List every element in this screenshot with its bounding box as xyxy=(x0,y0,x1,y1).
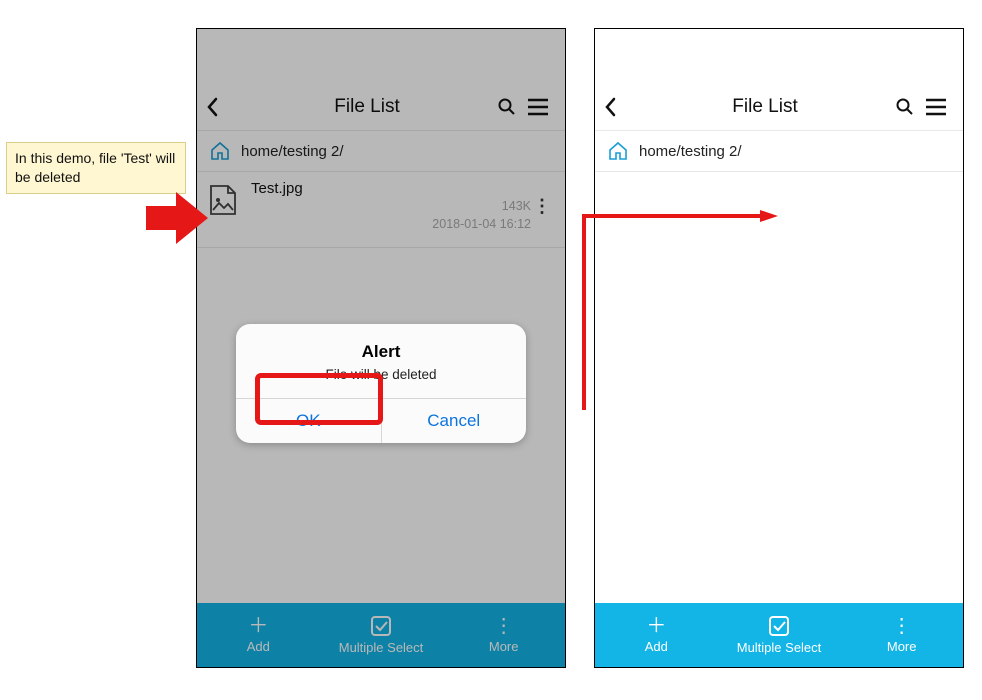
more-label: More xyxy=(887,639,917,654)
breadcrumb[interactable]: home/testing 2/ xyxy=(197,130,565,172)
more-label: More xyxy=(489,639,519,654)
file-image-icon xyxy=(209,180,243,233)
breadcrumb[interactable]: home/testing 2/ xyxy=(595,130,963,172)
breadcrumb-path: home/testing 2/ xyxy=(241,143,344,160)
plus-icon: ＋ xyxy=(646,616,666,636)
page-title: File List xyxy=(635,96,895,118)
add-label: Add xyxy=(645,639,668,654)
more-button[interactable]: ⋮ More xyxy=(442,603,565,667)
search-icon[interactable] xyxy=(497,97,527,117)
add-label: Add xyxy=(247,639,270,654)
back-button[interactable] xyxy=(205,97,237,117)
pointer-arrow-icon xyxy=(146,192,208,244)
dots-icon: ⋮ xyxy=(892,616,912,636)
page-title: File List xyxy=(237,96,497,118)
bottom-toolbar: ＋ Add Multiple Select ⋮ More xyxy=(197,603,565,667)
flow-arrow-icon xyxy=(384,210,784,430)
add-button[interactable]: ＋ Add xyxy=(197,603,320,667)
home-icon xyxy=(607,141,629,161)
multiple-select-button[interactable]: Multiple Select xyxy=(718,603,841,667)
search-icon[interactable] xyxy=(895,97,925,117)
app-header: File List xyxy=(197,84,565,130)
hamburger-icon[interactable] xyxy=(527,98,557,116)
status-bar xyxy=(595,29,963,84)
multi-select-label: Multiple Select xyxy=(737,640,822,655)
multi-select-label: Multiple Select xyxy=(339,640,424,655)
file-name: Test.jpg xyxy=(251,180,531,197)
status-bar xyxy=(197,29,565,84)
checkbox-icon xyxy=(370,615,392,637)
app-header: File List xyxy=(595,84,963,130)
multiple-select-button[interactable]: Multiple Select xyxy=(320,603,443,667)
ok-button[interactable]: OK xyxy=(236,399,381,443)
checkbox-icon xyxy=(768,615,790,637)
breadcrumb-path: home/testing 2/ xyxy=(639,143,742,160)
home-icon xyxy=(209,141,231,161)
bottom-toolbar: ＋ Add Multiple Select ⋮ More xyxy=(595,603,963,667)
add-button[interactable]: ＋ Add xyxy=(595,603,718,667)
dots-icon: ⋮ xyxy=(494,616,514,636)
more-button[interactable]: ⋮ More xyxy=(840,603,963,667)
hamburger-icon[interactable] xyxy=(925,98,955,116)
back-button[interactable] xyxy=(603,97,635,117)
caption-note: In this demo, file 'Test' will be delete… xyxy=(6,142,186,194)
plus-icon: ＋ xyxy=(248,616,268,636)
